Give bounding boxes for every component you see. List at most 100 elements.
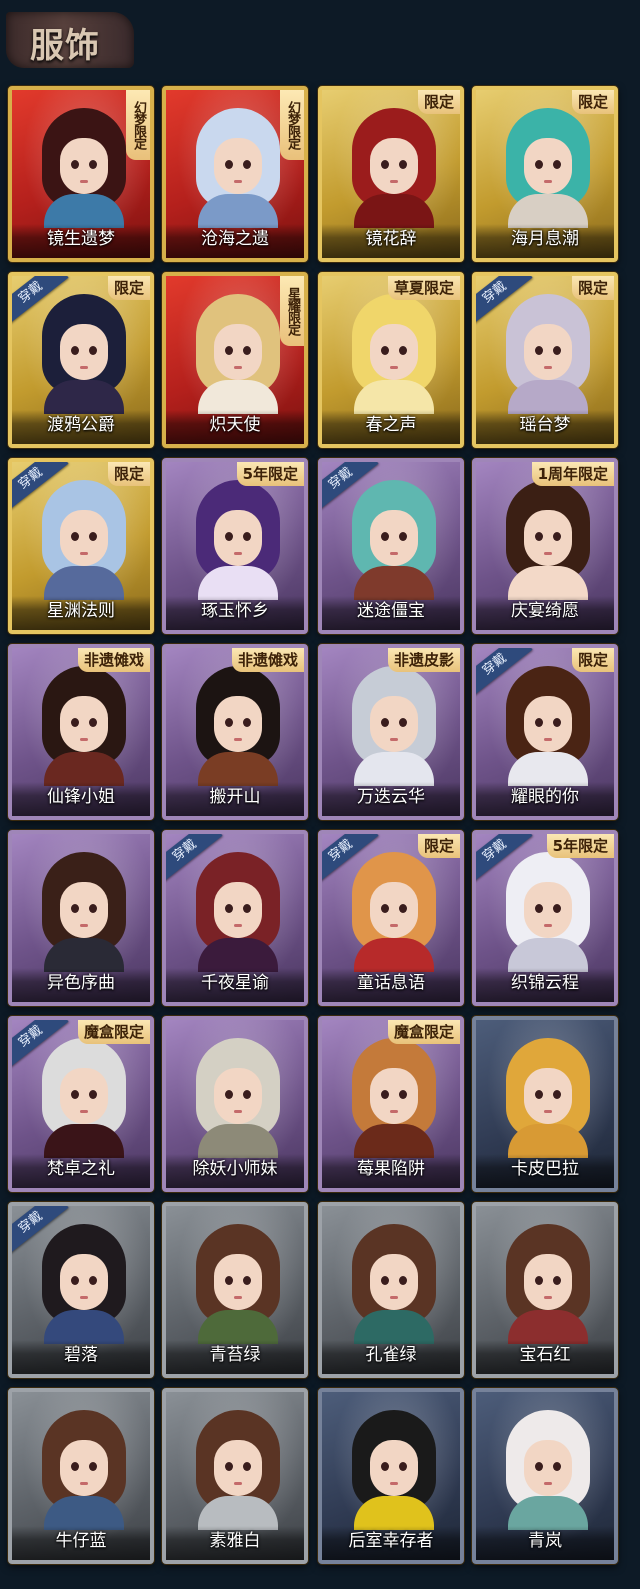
portrait-face xyxy=(524,1440,572,1496)
portrait-eye xyxy=(71,346,79,355)
costume-name: 琢玉怀乡 xyxy=(201,601,269,621)
portrait-outfit xyxy=(508,938,588,972)
costume-card[interactable]: 青苔绿 xyxy=(162,1202,308,1378)
portrait-face xyxy=(370,324,418,380)
costume-card[interactable]: 梵卓之礼 魔盒限定 穿戴 xyxy=(8,1016,154,1192)
costume-name: 素雅白 xyxy=(209,1531,261,1551)
limited-tag: 非遗傩戏 xyxy=(231,648,304,672)
portrait-outfit xyxy=(354,194,434,228)
portrait-eye xyxy=(89,346,97,355)
limited-tag: 限定 xyxy=(107,276,150,300)
portrait-eye xyxy=(381,904,389,913)
costume-card[interactable]: 炽天使 星耀限定 xyxy=(162,272,308,448)
portrait-outfit xyxy=(198,1310,278,1344)
portrait-outfit xyxy=(354,1310,434,1344)
costume-card[interactable]: 卡皮巴拉 xyxy=(472,1016,618,1192)
portrait-eye xyxy=(399,160,407,169)
portrait-outfit xyxy=(198,380,278,414)
character-portrait xyxy=(188,294,288,414)
costume-name: 庆宴绮愿 xyxy=(511,601,579,621)
portrait-mouth xyxy=(544,1110,552,1113)
character-portrait xyxy=(188,852,288,972)
portrait-eye xyxy=(243,532,251,541)
costume-card[interactable]: 万迭云华 非遗皮影 xyxy=(318,644,464,820)
costume-name: 后室幸存者 xyxy=(348,1531,434,1551)
portrait-face xyxy=(370,696,418,752)
costume-card[interactable]: 迷途僵宝 穿戴 xyxy=(318,458,464,634)
portrait-face xyxy=(370,510,418,566)
portrait-outfit xyxy=(508,1310,588,1344)
costume-name: 异色序曲 xyxy=(47,973,115,993)
costume-card[interactable]: 童话息语 限定 穿戴 xyxy=(318,830,464,1006)
costume-card[interactable]: 琢玉怀乡 5年限定 xyxy=(162,458,308,634)
costume-card[interactable]: 异色序曲 xyxy=(8,830,154,1006)
costume-card[interactable]: 青岚 xyxy=(472,1388,618,1564)
costume-card[interactable]: 后室幸存者 xyxy=(318,1388,464,1564)
portrait-eye xyxy=(225,346,233,355)
costume-card[interactable]: 仙锋小姐 非遗傩戏 xyxy=(8,644,154,820)
portrait-outfit xyxy=(354,1496,434,1530)
portrait-eye xyxy=(225,904,233,913)
costume-name: 瑶台梦 xyxy=(519,415,571,435)
costume-card[interactable]: 渡鸦公爵 限定 穿戴 xyxy=(8,272,154,448)
portrait-mouth xyxy=(390,180,398,183)
limited-tag: 限定 xyxy=(571,648,614,672)
portrait-eye xyxy=(381,718,389,727)
costume-card[interactable]: 除妖小师妹 xyxy=(162,1016,308,1192)
portrait-mouth xyxy=(80,1482,88,1485)
portrait-outfit xyxy=(508,380,588,414)
portrait-face xyxy=(60,510,108,566)
portrait-outfit xyxy=(508,1496,588,1530)
costume-card[interactable]: 沧海之遗 幻梦限定 xyxy=(162,86,308,262)
costume-card[interactable]: 海月息潮 限定 xyxy=(472,86,618,262)
portrait-eye xyxy=(243,1276,251,1285)
portrait-mouth xyxy=(390,924,398,927)
costume-card[interactable]: 耀眼的你 限定 穿戴 xyxy=(472,644,618,820)
costume-card[interactable]: 庆宴绮愿 1周年限定 xyxy=(472,458,618,634)
limited-tag: 限定 xyxy=(571,276,614,300)
limited-tag: 幻梦限定 xyxy=(280,90,304,160)
limited-tag: 魔盒限定 xyxy=(387,1020,460,1044)
limited-tag: 草夏限定 xyxy=(387,276,460,300)
costume-card[interactable]: 镜花辞 限定 xyxy=(318,86,464,262)
portrait-eye xyxy=(225,1090,233,1099)
portrait-eye xyxy=(535,718,543,727)
portrait-outfit xyxy=(44,752,124,786)
costume-card[interactable]: 素雅白 xyxy=(162,1388,308,1564)
costume-card[interactable]: 孔雀绿 xyxy=(318,1202,464,1378)
portrait-face xyxy=(524,882,572,938)
portrait-mouth xyxy=(544,738,552,741)
character-portrait xyxy=(498,1410,598,1530)
portrait-face xyxy=(524,1068,572,1124)
costume-card[interactable]: 镜生遗梦 幻梦限定 xyxy=(8,86,154,262)
costume-card[interactable]: 宝石红 xyxy=(472,1202,618,1378)
portrait-eye xyxy=(225,160,233,169)
character-portrait xyxy=(34,666,134,786)
portrait-eye xyxy=(71,160,79,169)
portrait-face xyxy=(524,138,572,194)
limited-tag: 幻梦限定 xyxy=(126,90,150,160)
character-portrait xyxy=(498,108,598,228)
limited-tag: 星耀限定 xyxy=(280,276,304,346)
costume-card[interactable]: 瑶台梦 限定 穿戴 xyxy=(472,272,618,448)
portrait-face xyxy=(524,324,572,380)
costume-card[interactable]: 牛仔蓝 xyxy=(8,1388,154,1564)
costume-card[interactable]: 碧落 穿戴 xyxy=(8,1202,154,1378)
portrait-mouth xyxy=(544,1296,552,1299)
costume-card[interactable]: 织锦云程 5年限定 穿戴 xyxy=(472,830,618,1006)
limited-tag: 限定 xyxy=(571,90,614,114)
costume-card[interactable]: 莓果陷阱 魔盒限定 xyxy=(318,1016,464,1192)
portrait-eye xyxy=(243,718,251,727)
costume-card[interactable]: 星渊法则 限定 穿戴 xyxy=(8,458,154,634)
portrait-eye xyxy=(71,532,79,541)
portrait-mouth xyxy=(234,924,242,927)
character-portrait xyxy=(34,294,134,414)
costume-card[interactable]: 春之声 草夏限定 xyxy=(318,272,464,448)
portrait-eye xyxy=(243,904,251,913)
limited-tag: 限定 xyxy=(107,462,150,486)
costume-card[interactable]: 千夜星谕 穿戴 xyxy=(162,830,308,1006)
portrait-eye xyxy=(71,1090,79,1099)
costume-card[interactable]: 搬开山 非遗傩戏 xyxy=(162,644,308,820)
portrait-mouth xyxy=(80,180,88,183)
portrait-eye xyxy=(535,160,543,169)
